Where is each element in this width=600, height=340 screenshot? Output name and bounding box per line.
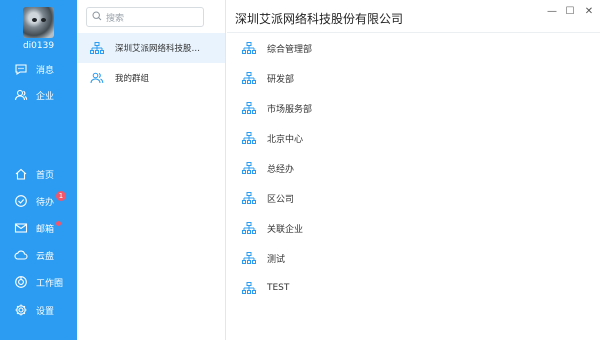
org-tree-icon bbox=[242, 42, 256, 54]
contacts-icon bbox=[14, 88, 28, 102]
nav-label: 企业 bbox=[36, 91, 55, 102]
group-icon bbox=[90, 72, 104, 84]
nav-item-mail[interactable]: 邮箱 bbox=[0, 217, 77, 239]
page-title: 深圳艾派网络科技股份有限公司 bbox=[235, 12, 404, 26]
department-label: 综合管理部 bbox=[267, 44, 313, 55]
nav-item-cloud[interactable]: 云盘 bbox=[0, 244, 77, 266]
department-item[interactable]: 市场服务部 bbox=[242, 100, 312, 116]
department-item[interactable]: 关联企业 bbox=[242, 220, 303, 236]
department-label: 市场服务部 bbox=[267, 104, 313, 115]
nav-item-settings[interactable]: 设置 bbox=[0, 299, 77, 321]
org-tree-icon bbox=[242, 102, 256, 114]
work-circle-icon bbox=[14, 275, 28, 289]
department-panel: 深圳艾派网络科技股份有限公司 — ☐ ✕ 综合管理部研发部市场服务部北京中心总经… bbox=[227, 0, 600, 340]
department-label: 北京中心 bbox=[267, 134, 304, 145]
search-icon bbox=[92, 10, 102, 24]
search-input[interactable]: 搜索 bbox=[106, 11, 124, 24]
department-label: TEST bbox=[267, 283, 290, 293]
todo-icon bbox=[14, 194, 28, 208]
org-tree-icon bbox=[242, 162, 256, 174]
org-item-label: 我的群组 bbox=[115, 74, 150, 84]
department-label: 总经办 bbox=[267, 164, 295, 175]
home-icon bbox=[14, 167, 28, 181]
org-tree-icon bbox=[242, 282, 256, 294]
nav-label: 消息 bbox=[36, 65, 55, 76]
cloud-icon bbox=[14, 248, 28, 262]
search-box[interactable]: 搜索 bbox=[86, 7, 204, 27]
nav-label: 工作圈 bbox=[36, 278, 64, 289]
nav-item-todo[interactable]: 待办 1 bbox=[0, 190, 77, 212]
nav-label: 云盘 bbox=[36, 251, 55, 262]
sidebar: di0139 消息 企业 首页 待办 1 邮箱 云盘 工作圈 设置 bbox=[0, 0, 77, 340]
avatar[interactable] bbox=[23, 7, 54, 38]
org-item-label: 深圳艾派网络科技股… bbox=[115, 44, 201, 54]
nav-item-messages[interactable]: 消息 bbox=[0, 58, 77, 80]
department-label: 研发部 bbox=[267, 74, 295, 85]
department-item[interactable]: TEST bbox=[242, 280, 289, 296]
department-label: 关联企业 bbox=[267, 224, 304, 235]
org-tree-icon bbox=[242, 192, 256, 204]
close-button[interactable]: ✕ bbox=[582, 6, 596, 18]
org-item-my-groups[interactable]: 我的群组 bbox=[77, 63, 225, 93]
org-panel: 搜索 深圳艾派网络科技股… 我的群组 bbox=[77, 0, 226, 340]
avatar-detail bbox=[41, 18, 46, 22]
nav-label: 邮箱 bbox=[36, 224, 55, 235]
nav-label: 待办 bbox=[36, 197, 55, 208]
nav-item-enterprise[interactable]: 企业 bbox=[0, 84, 77, 106]
maximize-button[interactable]: ☐ bbox=[563, 6, 577, 18]
org-tree-icon bbox=[242, 132, 256, 144]
department-label: 测试 bbox=[267, 254, 286, 265]
avatar-detail bbox=[32, 18, 37, 22]
username: di0139 bbox=[22, 41, 55, 51]
org-item-company[interactable]: 深圳艾派网络科技股… bbox=[77, 33, 225, 63]
settings-icon bbox=[14, 303, 28, 317]
department-item[interactable]: 区公司 bbox=[242, 190, 294, 206]
minimize-button[interactable]: — bbox=[545, 6, 559, 18]
message-icon bbox=[14, 62, 28, 76]
title-divider bbox=[227, 32, 600, 33]
org-tree-icon bbox=[242, 72, 256, 84]
department-item[interactable]: 研发部 bbox=[242, 70, 294, 86]
org-tree-icon bbox=[242, 252, 256, 264]
department-item[interactable]: 北京中心 bbox=[242, 130, 303, 146]
org-tree-icon bbox=[90, 42, 104, 54]
department-label: 区公司 bbox=[267, 194, 295, 205]
nav-item-work-circle[interactable]: 工作圈 bbox=[0, 271, 77, 293]
mail-icon bbox=[14, 221, 28, 235]
todo-badge: 1 bbox=[56, 191, 66, 201]
department-item[interactable]: 测试 bbox=[242, 250, 285, 266]
department-item[interactable]: 综合管理部 bbox=[242, 40, 312, 56]
org-tree-icon bbox=[242, 222, 256, 234]
department-item[interactable]: 总经办 bbox=[242, 160, 294, 176]
nav-label: 设置 bbox=[36, 306, 55, 317]
nav-label: 首页 bbox=[36, 170, 55, 181]
mail-unread-dot bbox=[56, 221, 61, 226]
nav-item-home[interactable]: 首页 bbox=[0, 163, 77, 185]
